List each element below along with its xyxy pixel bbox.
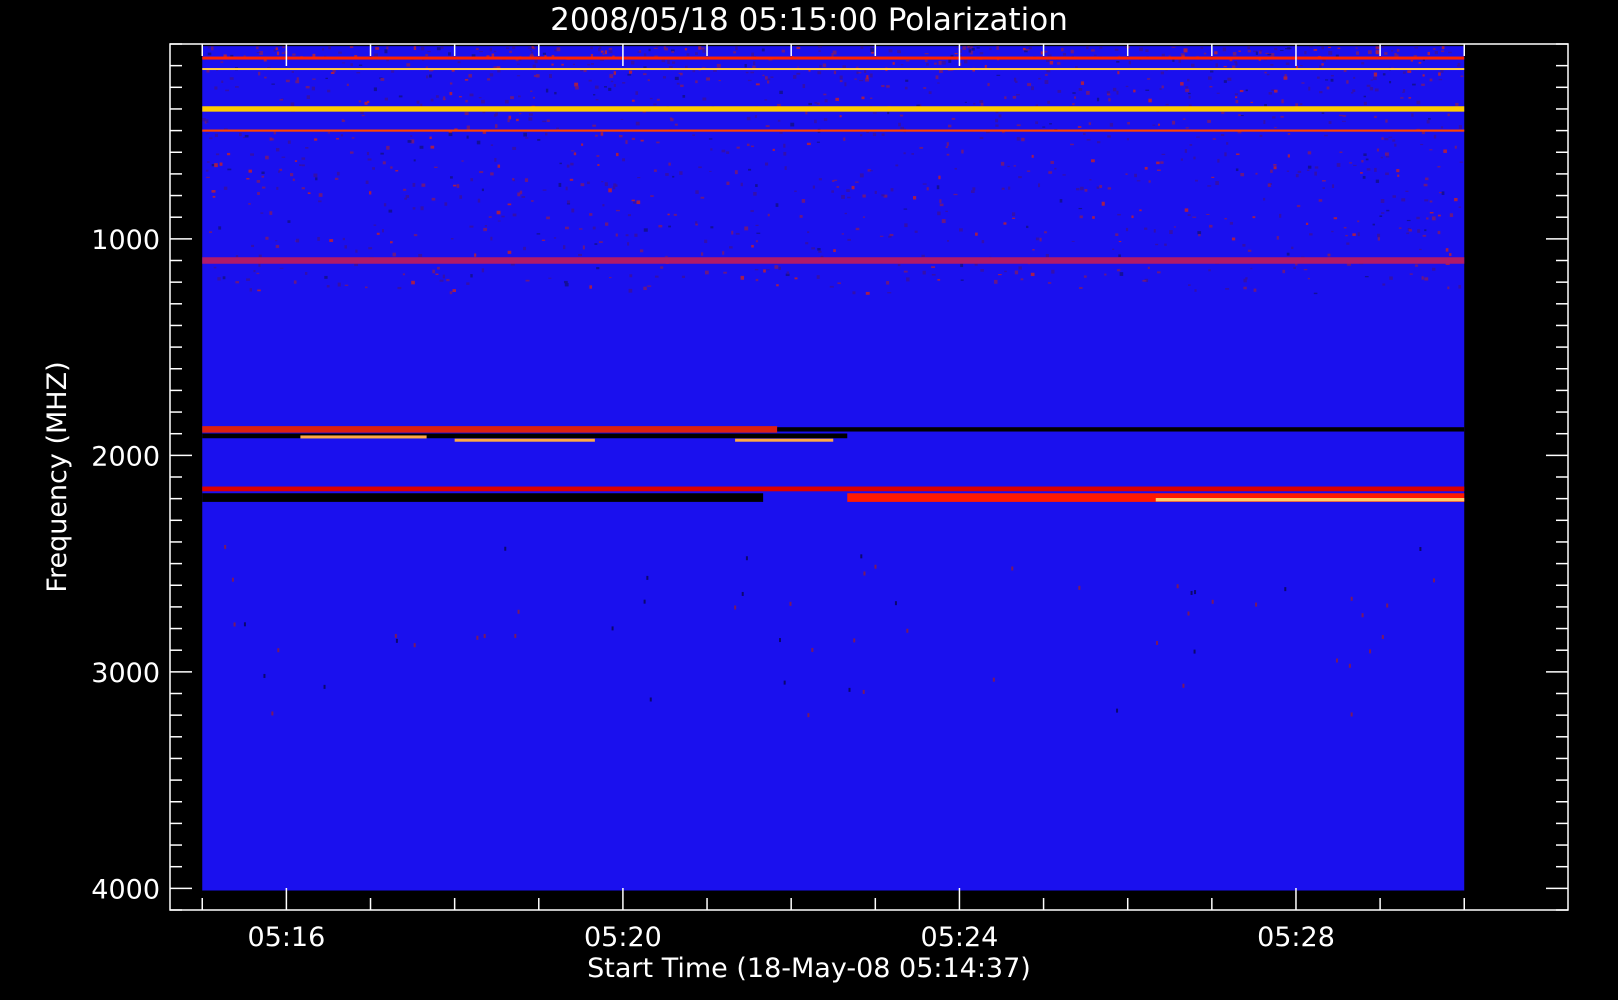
x-tick-label: 05:20	[584, 922, 662, 953]
chart-title: 2008/05/18 05:15:00 Polarization	[550, 2, 1068, 38]
y-axis-label: Frequency (MHZ)	[42, 361, 73, 592]
heatmap-band	[454, 438, 595, 442]
heatmap-band	[777, 427, 1465, 432]
y-tick-label: 3000	[91, 658, 160, 689]
y-tick-label: 4000	[91, 874, 160, 905]
polarization-spectrogram-chart: 1000 2000 3000 4000 05:16 05:20 05:24 05:28 20…	[0, 0, 1618, 1000]
heatmap-band	[202, 68, 1465, 71]
heatmap-band	[202, 433, 848, 439]
y-tick-label: 1000	[91, 225, 160, 256]
heatmap-band	[1155, 498, 1465, 502]
x-tick-label: 05:28	[1257, 922, 1335, 953]
heatmap-band	[202, 486, 1465, 492]
heatmap-band	[202, 493, 764, 502]
heatmap-area	[202, 46, 1465, 891]
x-tick-label: 05:16	[247, 922, 325, 953]
y-tick-label: 2000	[91, 441, 160, 472]
x-axis-label: Start Time (18-May-08 05:14:37)	[587, 953, 1031, 984]
heatmap-band	[300, 435, 427, 439]
heatmap-band	[202, 106, 1465, 112]
heatmap-band	[202, 129, 1465, 132]
heatmap-band	[202, 426, 778, 433]
heatmap-band	[202, 56, 1465, 60]
heatmap-band	[202, 257, 1465, 264]
x-tick-label: 05:24	[921, 922, 999, 953]
heatmap-band	[735, 438, 834, 442]
heatmap-background	[202, 46, 1465, 891]
